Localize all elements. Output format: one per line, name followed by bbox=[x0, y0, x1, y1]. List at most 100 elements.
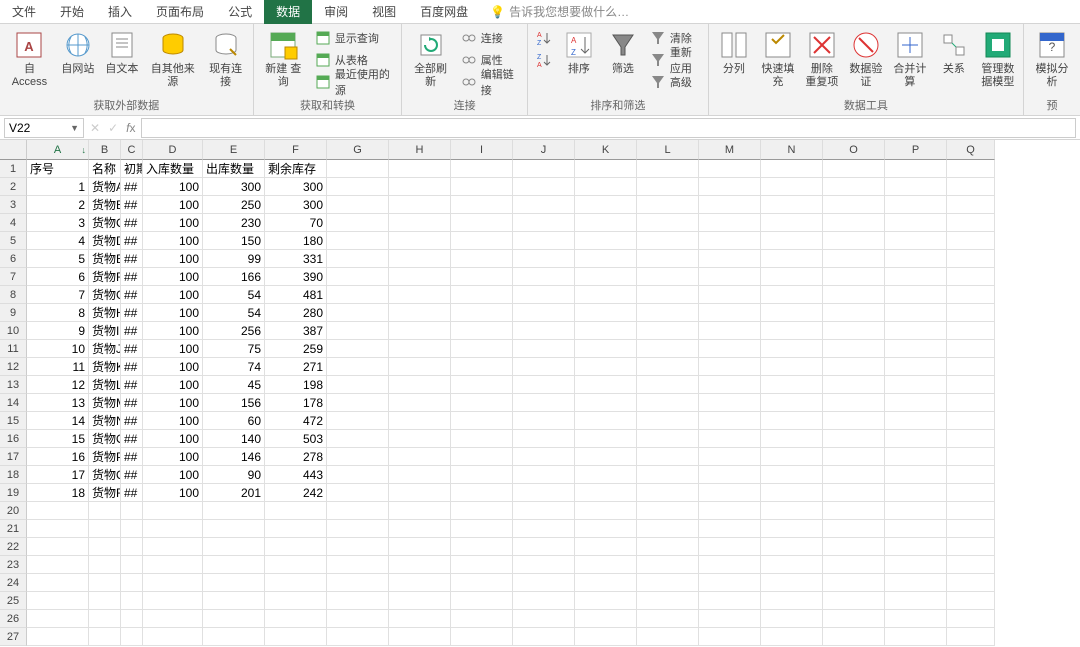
cell[interactable]: ## bbox=[121, 340, 143, 358]
ext-data-0[interactable]: A自 Access bbox=[4, 27, 55, 91]
cell[interactable] bbox=[327, 358, 389, 376]
cell[interactable]: 100 bbox=[143, 340, 203, 358]
row-header-25[interactable]: 25 bbox=[0, 592, 27, 610]
cell[interactable]: ## bbox=[121, 484, 143, 502]
cell[interactable] bbox=[885, 538, 947, 556]
cell[interactable] bbox=[823, 466, 885, 484]
cell[interactable] bbox=[327, 484, 389, 502]
cell[interactable] bbox=[823, 250, 885, 268]
cell[interactable]: 货物G bbox=[89, 286, 121, 304]
cell[interactable] bbox=[885, 160, 947, 178]
col-header-F[interactable]: F bbox=[265, 140, 327, 160]
cell[interactable] bbox=[451, 430, 513, 448]
cell[interactable] bbox=[121, 556, 143, 574]
datatool-1[interactable]: 快速填充 bbox=[757, 27, 799, 91]
cell[interactable] bbox=[451, 322, 513, 340]
cell[interactable] bbox=[389, 376, 451, 394]
cell[interactable]: 100 bbox=[143, 448, 203, 466]
cell[interactable] bbox=[513, 304, 575, 322]
cell[interactable]: 100 bbox=[143, 466, 203, 484]
datatool-6[interactable]: 管理数据模型 bbox=[977, 27, 1019, 91]
row-header-7[interactable]: 7 bbox=[0, 268, 27, 286]
datatool-3[interactable]: 数据验证 bbox=[845, 27, 887, 91]
cell[interactable] bbox=[885, 268, 947, 286]
grp4-items-item-1[interactable]: 重新应用 bbox=[646, 49, 704, 71]
cell[interactable]: 17 bbox=[27, 466, 89, 484]
cell[interactable] bbox=[885, 448, 947, 466]
cell[interactable]: ## bbox=[121, 196, 143, 214]
cell[interactable]: 230 bbox=[203, 214, 265, 232]
cell[interactable] bbox=[451, 376, 513, 394]
cell[interactable] bbox=[451, 178, 513, 196]
cell[interactable] bbox=[451, 286, 513, 304]
cell[interactable] bbox=[513, 322, 575, 340]
cell[interactable]: 货物O bbox=[89, 430, 121, 448]
col-header-L[interactable]: L bbox=[637, 140, 699, 160]
cell[interactable] bbox=[885, 430, 947, 448]
cell[interactable]: 300 bbox=[265, 196, 327, 214]
cell[interactable] bbox=[699, 592, 761, 610]
cell[interactable]: 100 bbox=[143, 286, 203, 304]
col-header-J[interactable]: J bbox=[513, 140, 575, 160]
cell[interactable] bbox=[389, 322, 451, 340]
cell[interactable] bbox=[761, 286, 823, 304]
cell[interactable] bbox=[513, 502, 575, 520]
cell[interactable]: 70 bbox=[265, 214, 327, 232]
cell[interactable] bbox=[699, 556, 761, 574]
cell[interactable] bbox=[699, 484, 761, 502]
cell[interactable] bbox=[947, 160, 995, 178]
cell[interactable] bbox=[575, 628, 637, 646]
cell[interactable] bbox=[575, 484, 637, 502]
cell[interactable] bbox=[947, 268, 995, 286]
cell[interactable] bbox=[327, 556, 389, 574]
row-header-22[interactable]: 22 bbox=[0, 538, 27, 556]
cell[interactable] bbox=[513, 214, 575, 232]
cell[interactable] bbox=[575, 196, 637, 214]
cell[interactable]: 2 bbox=[27, 196, 89, 214]
cell[interactable]: 出库数量 bbox=[203, 160, 265, 178]
cell[interactable] bbox=[513, 484, 575, 502]
cell[interactable] bbox=[947, 430, 995, 448]
grp4-items-item-2[interactable]: 高级 bbox=[646, 71, 704, 93]
cell[interactable] bbox=[637, 628, 699, 646]
row-header-26[interactable]: 26 bbox=[0, 610, 27, 628]
cell[interactable] bbox=[947, 592, 995, 610]
cell[interactable] bbox=[761, 394, 823, 412]
cell[interactable] bbox=[451, 610, 513, 628]
cell[interactable] bbox=[761, 448, 823, 466]
cell[interactable] bbox=[575, 160, 637, 178]
sort-desc-button[interactable]: ZA bbox=[532, 49, 556, 71]
cell[interactable] bbox=[761, 592, 823, 610]
col-header-A[interactable]: A↓ bbox=[27, 140, 89, 160]
cell[interactable] bbox=[451, 268, 513, 286]
cell[interactable] bbox=[823, 268, 885, 286]
cell[interactable] bbox=[637, 160, 699, 178]
cell[interactable] bbox=[451, 466, 513, 484]
cell[interactable] bbox=[699, 538, 761, 556]
cell[interactable] bbox=[947, 286, 995, 304]
cell[interactable] bbox=[823, 340, 885, 358]
cell[interactable] bbox=[947, 628, 995, 646]
cell[interactable] bbox=[327, 214, 389, 232]
cell[interactable] bbox=[823, 484, 885, 502]
row-header-10[interactable]: 10 bbox=[0, 322, 27, 340]
cell[interactable] bbox=[327, 376, 389, 394]
cell[interactable] bbox=[637, 520, 699, 538]
row-header-1[interactable]: 1 bbox=[0, 160, 27, 178]
cell[interactable] bbox=[637, 484, 699, 502]
cell[interactable] bbox=[121, 538, 143, 556]
cell[interactable]: ## bbox=[121, 214, 143, 232]
cell[interactable] bbox=[389, 592, 451, 610]
cell[interactable] bbox=[27, 502, 89, 520]
cell[interactable] bbox=[637, 502, 699, 520]
cell[interactable] bbox=[121, 574, 143, 592]
tell-me[interactable]: 💡 告诉我您想要做什么… bbox=[480, 3, 629, 20]
cell[interactable] bbox=[513, 412, 575, 430]
cell[interactable] bbox=[575, 214, 637, 232]
cell[interactable]: 5 bbox=[27, 250, 89, 268]
cell[interactable] bbox=[121, 502, 143, 520]
cell[interactable] bbox=[513, 592, 575, 610]
cell[interactable] bbox=[699, 628, 761, 646]
cell[interactable] bbox=[761, 358, 823, 376]
cell[interactable] bbox=[451, 448, 513, 466]
